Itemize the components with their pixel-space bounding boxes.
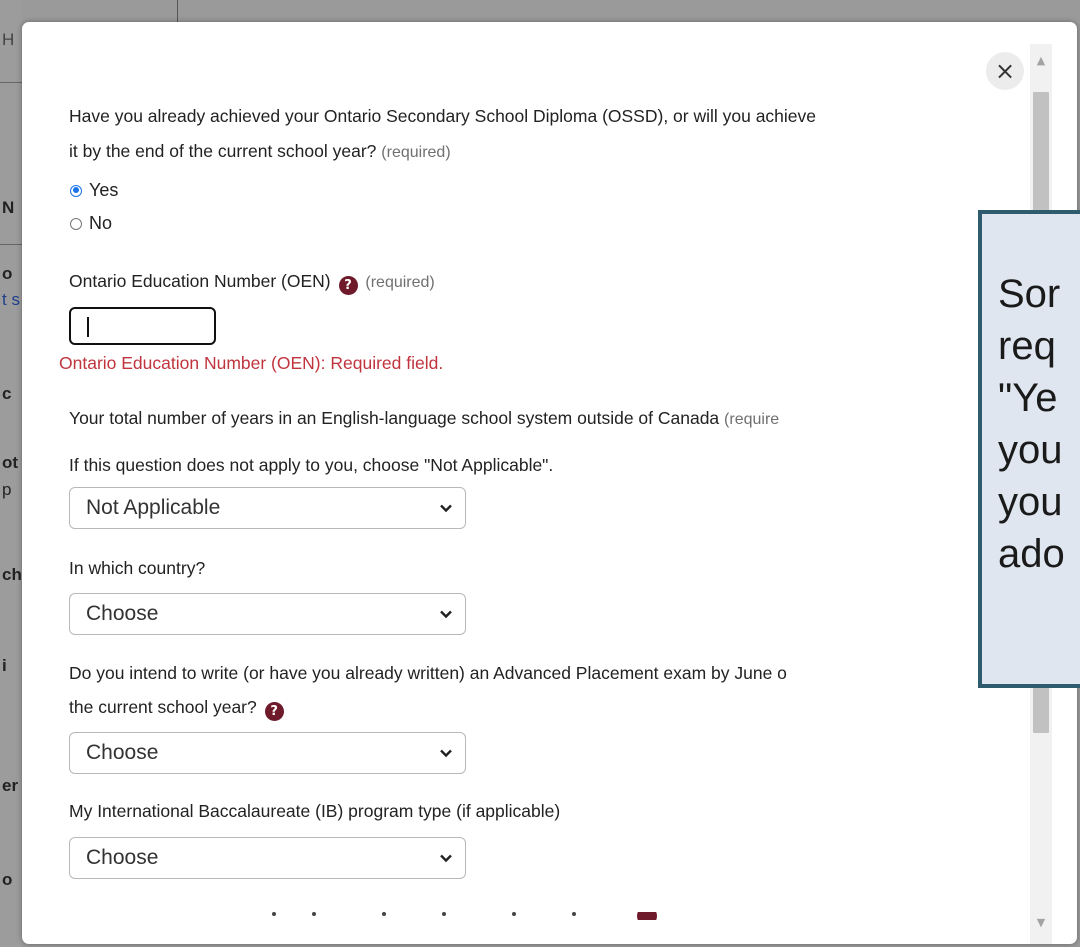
country-select[interactable]: Choose: [69, 593, 466, 635]
years-question-label: Your total number of years in an English…: [69, 408, 779, 429]
background-text: N: [2, 198, 15, 217]
tutorial-callout: Sor req "Ye you you ado: [978, 210, 1080, 688]
years-select[interactable]: Not Applicable: [69, 487, 466, 529]
radio-option-no[interactable]: No: [70, 213, 112, 234]
years-hint: If this question does not apply to you, …: [69, 455, 554, 475]
callout-line: ado: [998, 532, 1065, 576]
scroll-down-arrow-icon[interactable]: ▼: [1030, 914, 1052, 932]
close-button[interactable]: ×: [986, 52, 1024, 90]
years-question-text: Your total number of years in an English…: [69, 408, 720, 428]
callout-line: req: [998, 324, 1056, 368]
background-text: ot: [2, 453, 19, 472]
chevron-down-icon: [440, 610, 452, 619]
help-icon[interactable]: ?: [264, 702, 284, 721]
background-text: ch: [2, 565, 22, 584]
ap-select[interactable]: Choose: [69, 732, 466, 774]
chevron-down-icon: [440, 504, 452, 513]
country-question-label: In which country?: [69, 558, 206, 578]
radio-no[interactable]: [70, 217, 82, 230]
oen-label-text: Ontario Education Number (OEN): [69, 271, 331, 291]
background-strip: H N o t s c ot p ch i er o: [0, 0, 22, 947]
radio-yes[interactable]: [70, 184, 82, 197]
callout-line: you: [998, 480, 1063, 524]
ap-question-label-line2: the current school year? ?: [69, 697, 287, 721]
ib-select[interactable]: Choose: [69, 837, 466, 879]
background-divider: [0, 82, 22, 83]
ap-question-text-2: the current school year?: [69, 697, 257, 717]
background-divider: [0, 244, 22, 245]
callout-line: "Ye: [998, 376, 1058, 420]
background-text: p: [2, 480, 12, 499]
background-text: i: [2, 656, 7, 675]
background-link-text: t s: [2, 290, 20, 309]
oen-label: Ontario Education Number (OEN) ? (requir…: [69, 271, 435, 295]
required-marker: (require: [724, 411, 780, 428]
chevron-down-icon: [440, 749, 452, 758]
modal-dialog: × ▲ ▼ Have you already achieved your Ont…: [22, 22, 1077, 944]
help-icon[interactable]: ?: [338, 276, 358, 295]
background-text: o: [2, 870, 13, 889]
callout-line: Sor: [998, 272, 1061, 316]
required-marker: (required): [381, 144, 451, 161]
ap-select-value: Choose: [86, 741, 159, 764]
radio-option-yes[interactable]: Yes: [70, 180, 118, 201]
years-select-value: Not Applicable: [86, 496, 221, 519]
ossd-question-text-2: it by the end of the current school year…: [69, 141, 377, 161]
background-divider: [177, 0, 178, 22]
country-select-value: Choose: [86, 602, 159, 625]
ap-question-label: Do you intend to write (or have you alre…: [69, 663, 787, 683]
background-text: o: [2, 264, 13, 283]
background-text: c: [2, 384, 12, 403]
radio-yes-label[interactable]: Yes: [89, 180, 118, 201]
callout-line: you: [998, 428, 1063, 472]
background-text: er: [2, 776, 19, 795]
text-caret: [87, 317, 89, 337]
oen-input[interactable]: [69, 307, 216, 345]
scroll-up-arrow-icon[interactable]: ▲: [1030, 52, 1052, 70]
ossd-question-label: Have you already achieved your Ontario S…: [69, 106, 816, 127]
chevron-down-icon: [440, 854, 452, 863]
ib-select-value: Choose: [86, 846, 159, 869]
ossd-question-label-line2: it by the end of the current school year…: [69, 141, 451, 162]
ossd-question-text: Have you already achieved your Ontario S…: [69, 106, 817, 126]
radio-no-label[interactable]: No: [89, 213, 112, 234]
background-text: H: [2, 30, 15, 49]
required-marker: (required): [365, 274, 435, 291]
ib-question-label: My International Baccalaureate (IB) prog…: [69, 801, 561, 821]
oen-error-message: Ontario Education Number (OEN): Required…: [59, 353, 444, 373]
cutoff-next-question: [252, 912, 672, 920]
